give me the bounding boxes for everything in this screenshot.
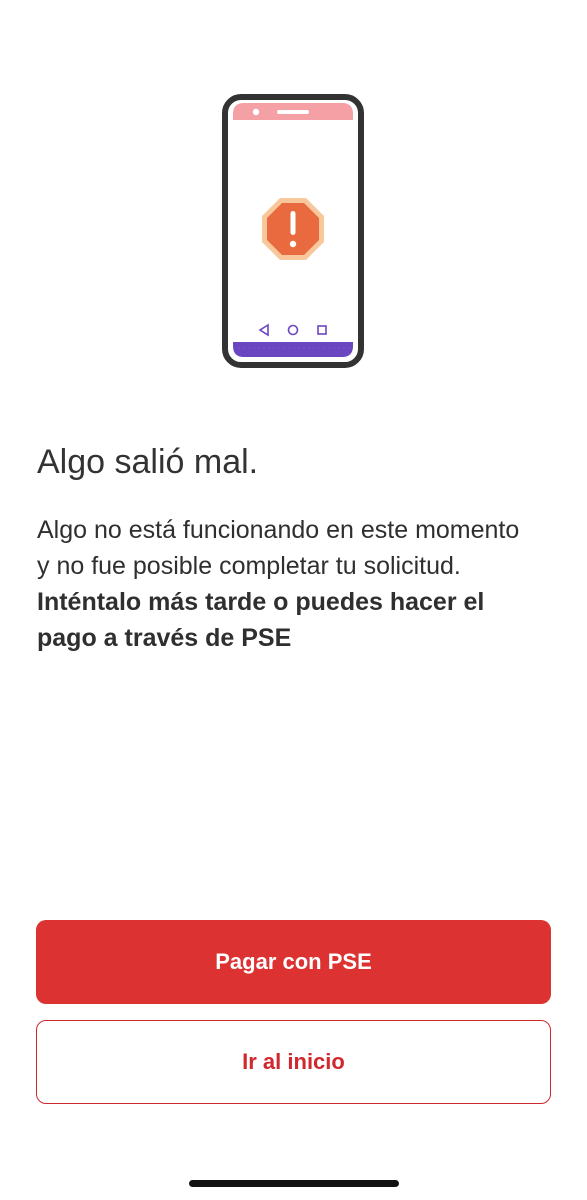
warning-octagon-icon (262, 198, 324, 260)
phone-warning-icon (222, 94, 364, 368)
home-indicator[interactable] (189, 1180, 399, 1187)
error-title: Algo salió mal. (37, 443, 259, 481)
go-home-label: Ir al inicio (242, 1049, 345, 1074)
error-message-regular: Algo no está funcionando en este momento… (37, 516, 520, 580)
pay-with-pse-label: Pagar con PSE (215, 949, 372, 974)
pay-with-pse-button[interactable]: Pagar con PSE (36, 920, 551, 1004)
error-message-bold: Inténtalo más tarde o puedes hacer el pa… (37, 588, 485, 652)
error-message: Algo no está funcionando en este momento… (37, 512, 537, 656)
go-home-button[interactable]: Ir al inicio (36, 1020, 551, 1104)
